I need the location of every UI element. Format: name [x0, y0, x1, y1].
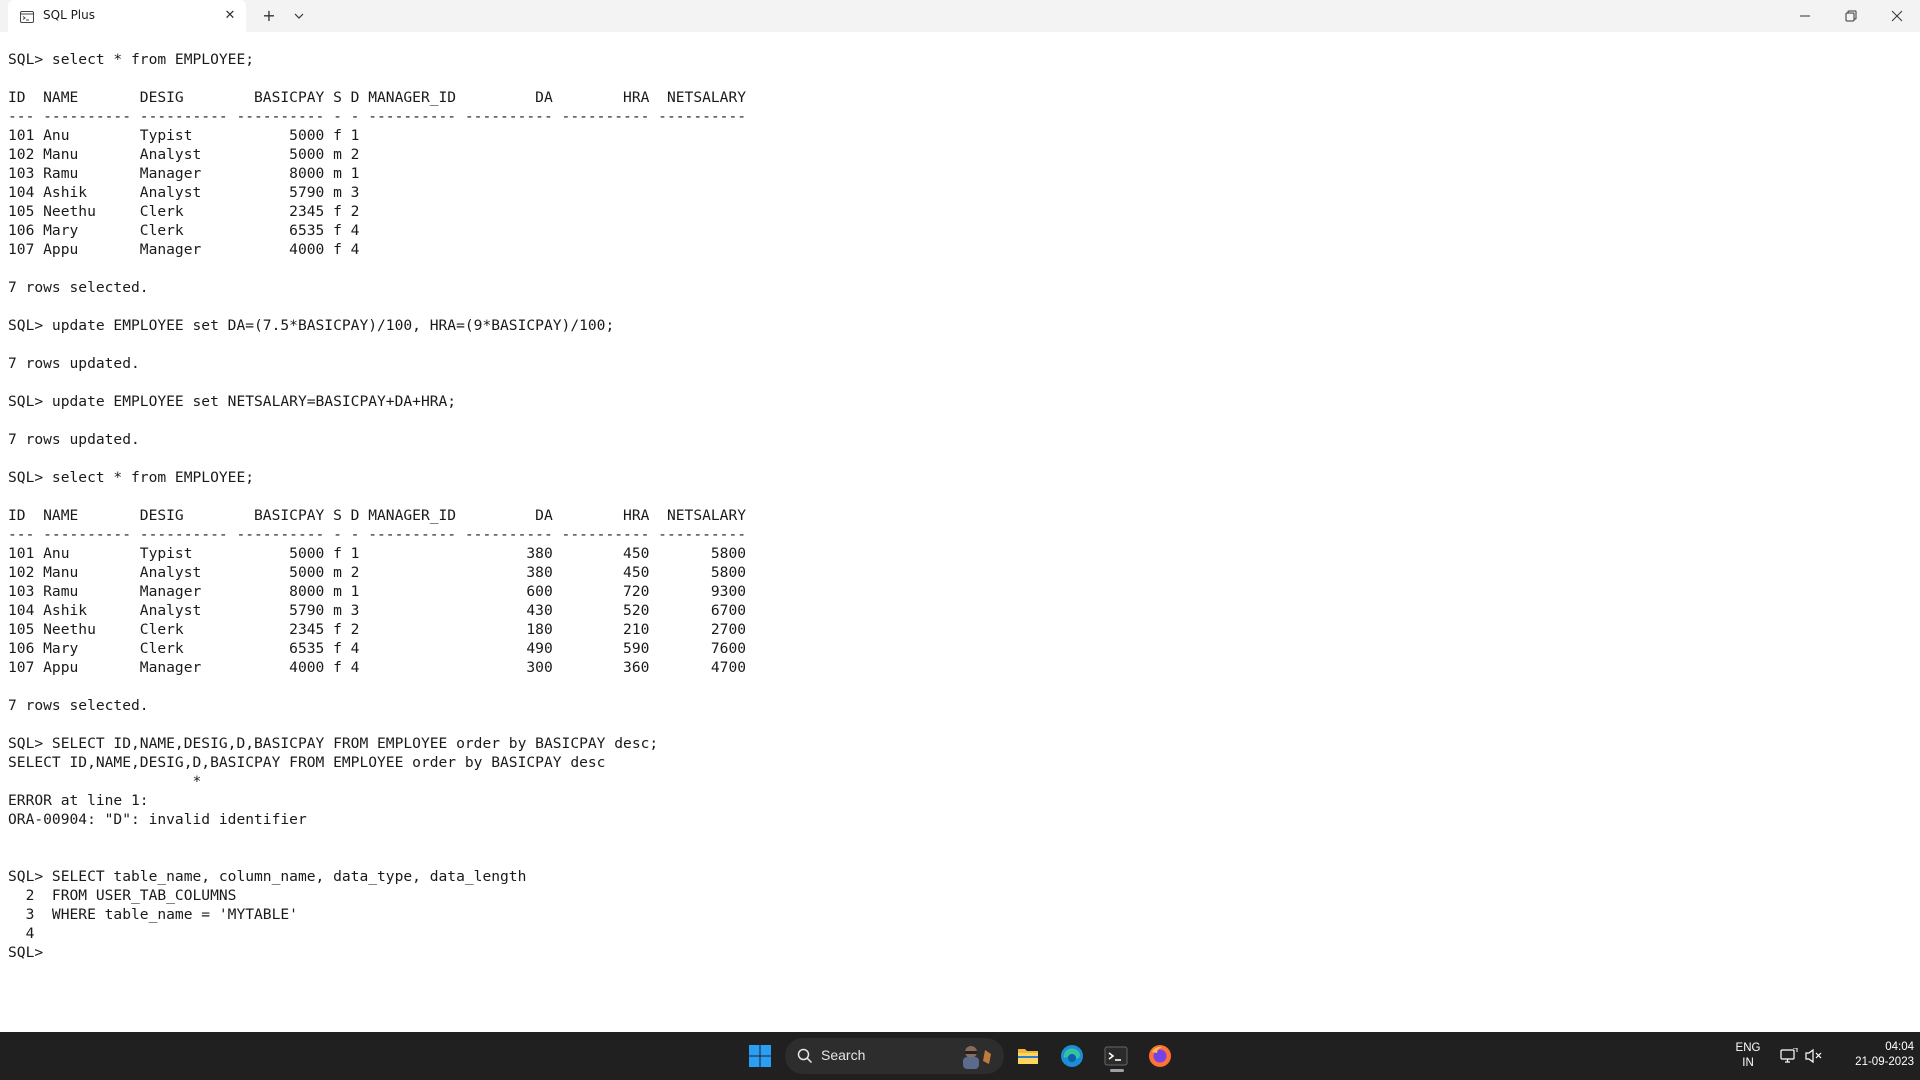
terminal-icon [20, 9, 34, 23]
clock-time: 04:04 [1885, 1041, 1914, 1053]
windows-start-icon[interactable] [742, 1038, 778, 1074]
close-icon [1891, 10, 1903, 22]
firefox-icon[interactable] [1142, 1038, 1178, 1074]
tab-dropdown-button[interactable] [284, 4, 314, 28]
restore-icon [1845, 10, 1857, 22]
console-line: 101 Anu Typist 5000 f 1 [8, 127, 360, 144]
console-line: 104 Ashik Analyst 5790 m 3 430 520 6700 [8, 602, 747, 619]
console-line: 7 rows updated. [8, 431, 140, 448]
console-line: 106 Mary Clerk 6535 f 4 490 590 7600 [8, 640, 747, 657]
search-highlight-icon [963, 1046, 991, 1069]
console-line: 7 rows selected. [8, 697, 149, 714]
console-line: 104 Ashik Analyst 5790 m 3 [8, 184, 360, 201]
taskbar: Search ENG IN 04:04 21-09-2023 [0, 1032, 1920, 1080]
new-tab-button[interactable]: + [254, 4, 284, 28]
console-line: SQL> select * from EMPLOYEE; [8, 51, 255, 68]
volume-muted-icon[interactable] [1805, 1048, 1823, 1064]
console-line: 4 [8, 925, 35, 942]
language-code: ENG [1735, 1042, 1761, 1054]
console-line: 7 rows selected. [8, 279, 149, 296]
console-line: ID NAME DESIG BASICPAY S D MANAGER_ID DA… [8, 507, 747, 524]
console-line: ORA-00904: "D": invalid identifier [8, 811, 307, 828]
console-line: ID NAME DESIG BASICPAY S D MANAGER_ID DA… [8, 89, 747, 106]
language-indicator[interactable]: ENG IN [1728, 1042, 1768, 1069]
chevron-down-icon [294, 13, 304, 19]
console-line: 2 FROM USER_TAB_COLUMNS [8, 887, 237, 904]
tab-close-icon[interactable]: ✕ [220, 6, 240, 26]
terminal-app-icon[interactable] [1098, 1038, 1134, 1074]
console-line: * [8, 773, 202, 790]
console-line: 106 Mary Clerk 6535 f 4 [8, 222, 360, 239]
sqlplus-window: SQL Plus ✕ + SQL> select * from EMPLOYEE… [0, 0, 1920, 1032]
console-line: 102 Manu Analyst 5000 m 2 [8, 146, 360, 163]
console-line: SQL> SELECT ID,NAME,DESIG,D,BASICPAY FRO… [8, 735, 659, 752]
title-bar[interactable]: SQL Plus ✕ + [0, 0, 1920, 32]
console-line: 103 Ramu Manager 8000 m 1 [8, 165, 360, 182]
search-label: Search [821, 1047, 866, 1063]
edge-browser-icon[interactable] [1054, 1038, 1090, 1074]
tab-title: SQL Plus [43, 8, 95, 22]
clock[interactable]: 04:04 21-09-2023 [1830, 1041, 1914, 1068]
console-line: ERROR at line 1: [8, 792, 149, 809]
console-line: SQL> update EMPLOYEE set DA=(7.5*BASICPA… [8, 317, 615, 334]
tab-sql-plus[interactable]: SQL Plus ✕ [8, 0, 246, 32]
console-line: 107 Appu Manager 4000 f 4 300 360 4700 [8, 659, 747, 676]
console-line: SQL> update EMPLOYEE set NETSALARY=BASIC… [8, 393, 457, 410]
console-line: 102 Manu Analyst 5000 m 2 380 450 5800 [8, 564, 747, 581]
console-line: SQL> select * from EMPLOYEE; [8, 469, 255, 486]
clock-date: 21-09-2023 [1855, 1056, 1914, 1068]
active-app-indicator [1110, 1069, 1124, 1072]
taskbar-search[interactable]: Search [785, 1038, 1004, 1074]
region-code: IN [1742, 1057, 1754, 1069]
console-line: --- ---------- ---------- ---------- - -… [8, 526, 747, 543]
console-line: --- ---------- ---------- ---------- - -… [8, 108, 747, 125]
restore-button[interactable] [1828, 0, 1874, 32]
search-icon [797, 1048, 813, 1064]
console-line: 3 WHERE table_name = 'MYTABLE' [8, 906, 298, 923]
console-line: 105 Neethu Clerk 2345 f 2 [8, 203, 360, 220]
console-line: 103 Ramu Manager 8000 m 1 600 720 9300 [8, 583, 747, 600]
terminal-output[interactable]: SQL> select * from EMPLOYEE; ID NAME DESI… [8, 50, 1908, 1010]
file-explorer-icon[interactable] [1010, 1038, 1046, 1074]
network-icon[interactable] [1780, 1048, 1798, 1064]
console-line: 101 Anu Typist 5000 f 1 380 450 5800 [8, 545, 747, 562]
console-line: SQL> [8, 944, 44, 961]
close-window-button[interactable] [1874, 0, 1920, 32]
minimize-button[interactable] [1782, 0, 1828, 32]
console-line: 7 rows updated. [8, 355, 140, 372]
console-line: 107 Appu Manager 4000 f 4 [8, 241, 360, 258]
console-line: SELECT ID,NAME,DESIG,D,BASICPAY FROM EMP… [8, 754, 606, 771]
minimize-icon [1800, 15, 1810, 17]
console-line: 105 Neethu Clerk 2345 f 2 180 210 2700 [8, 621, 747, 638]
console-line: SQL> SELECT table_name, column_name, dat… [8, 868, 527, 885]
